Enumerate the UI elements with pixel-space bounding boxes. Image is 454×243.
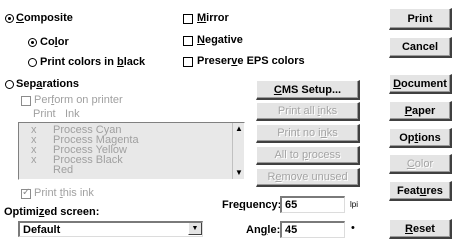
remove-unused-button[interactable]: Remove unused	[256, 168, 360, 187]
all-to-process-button[interactable]: All to process	[256, 146, 360, 165]
frequency-label: Frequency:	[222, 199, 282, 211]
cancel-button[interactable]: Cancel	[389, 37, 452, 58]
angle-unit: •	[351, 222, 355, 234]
scroll-up-icon[interactable]: ▲	[234, 124, 244, 134]
print-button[interactable]: Print	[389, 8, 452, 30]
perform-on-printer-checkbox[interactable]	[21, 96, 31, 106]
list-item[interactable]: x Process Black	[31, 155, 123, 166]
paper-button[interactable]: Paper	[389, 101, 452, 121]
perform-on-printer-label: Perform on printer	[34, 94, 123, 106]
mirror-label[interactable]: Mirror	[197, 12, 229, 25]
angle-input[interactable]: 45	[280, 221, 345, 238]
preserve-eps-checkbox[interactable]	[183, 57, 193, 67]
scroll-down-icon[interactable]: ▼	[234, 168, 244, 178]
mirror-checkbox[interactable]	[183, 14, 193, 24]
reset-button[interactable]: Reset	[389, 219, 452, 239]
negative-label[interactable]: Negative	[197, 34, 243, 47]
optimized-screen-label: Optimized screen:	[4, 206, 100, 218]
print-all-inks-button[interactable]: Print all inks	[256, 102, 360, 121]
features-button[interactable]: Features	[389, 181, 452, 201]
frequency-input[interactable]: 65	[280, 196, 345, 213]
column-header-print: Print	[33, 108, 56, 120]
print-no-inks-button[interactable]: Print no inks	[256, 124, 360, 143]
cms-setup-button[interactable]: CMS Setup...	[256, 80, 360, 100]
frequency-unit: lpi	[350, 200, 359, 209]
print-colors-black-label[interactable]: Print colors in black	[40, 56, 145, 69]
color-radio[interactable]	[28, 38, 37, 47]
separations-radio[interactable]	[5, 80, 14, 89]
print-this-ink-checkbox[interactable]	[21, 187, 31, 199]
chevron-down-icon[interactable]: ▼	[188, 223, 202, 235]
composite-label[interactable]: Composite	[16, 12, 73, 25]
document-button[interactable]: Document	[389, 74, 452, 94]
options-button[interactable]: Options	[389, 128, 452, 148]
composite-radio[interactable]	[5, 14, 14, 23]
separations-label[interactable]: Separations	[16, 78, 79, 91]
ink-list[interactable]: x Process Cyan x Process Magenta x Process …	[18, 122, 245, 180]
color-label[interactable]: Color	[40, 36, 69, 49]
ink-list-scrollbar[interactable]: ▲ ▼	[232, 123, 244, 179]
print-colors-black-radio[interactable]	[28, 58, 37, 67]
optimized-screen-select[interactable]: Default ▼	[18, 221, 203, 237]
list-item[interactable]: Red	[31, 165, 73, 176]
print-this-ink-label: Print this ink	[34, 187, 94, 199]
color-button[interactable]: Color	[389, 154, 452, 174]
negative-checkbox[interactable]	[183, 36, 193, 46]
column-header-ink: Ink	[65, 108, 80, 120]
angle-label: Angle:	[246, 224, 281, 236]
preserve-eps-label[interactable]: Preserve EPS colors	[197, 55, 305, 68]
